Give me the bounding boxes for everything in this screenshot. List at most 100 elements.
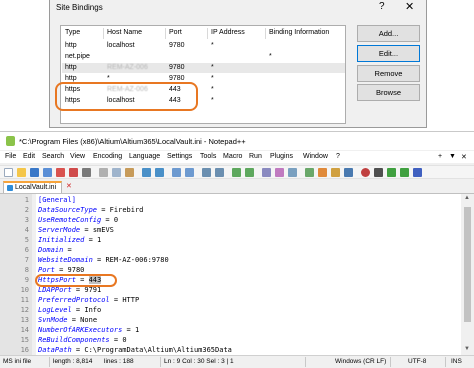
zoom-out-icon[interactable] (215, 168, 224, 177)
column-header-port[interactable]: Port (169, 29, 182, 36)
tab-bar: LocalVault.ini ✕ (0, 180, 474, 193)
menu-search[interactable]: Search (42, 153, 64, 160)
status-bar: MS ini file length : 8,814 lines : 188 L… (0, 355, 474, 368)
code-line[interactable]: LDAPPort = 9791 (38, 286, 101, 294)
title-bar: *C:\Program Files (x86)\Altium\Altium365… (0, 132, 474, 150)
code-line[interactable]: Port = 9780 (38, 266, 84, 274)
new-tab-icon[interactable]: + (438, 153, 442, 160)
menu-plugins[interactable]: Plugins (270, 153, 293, 160)
fold-margin (32, 194, 36, 356)
open-folder-icon[interactable] (17, 168, 26, 177)
column-header-type[interactable]: Type (65, 29, 80, 36)
print-icon[interactable] (82, 168, 91, 177)
save-all-icon[interactable] (43, 168, 52, 177)
save-icon[interactable] (30, 168, 39, 177)
column-header-ip-address[interactable]: IP Address (211, 29, 245, 36)
table-row[interactable]: http REM-AZ-006 9780 * (62, 63, 345, 73)
code-line[interactable]: DataPath = C:\ProgramData\Altium\Altium3… (38, 346, 232, 354)
menu-macro[interactable]: Macro (223, 153, 242, 160)
code-line[interactable]: Initialized = 1 (38, 236, 101, 244)
vertical-scrollbar[interactable]: ▲ ▼ (461, 194, 474, 356)
edit-button[interactable]: Edit... (357, 45, 420, 62)
editor-area[interactable]: 1 2 3 4 5 6 7 8 9 10 11 12 13 14 15 16 [General] DataSou… (0, 193, 474, 356)
column-divider (103, 28, 104, 39)
scroll-down-arrow-icon[interactable]: ▼ (464, 346, 470, 352)
find-icon[interactable] (172, 168, 181, 177)
table-row[interactable]: net.pipe * (62, 52, 345, 62)
menu-file[interactable]: File (5, 153, 16, 160)
folder-as-workspace-icon[interactable] (344, 168, 353, 177)
unsaved-file-icon (7, 185, 13, 191)
code-line[interactable]: LogLevel = Info (38, 306, 101, 314)
word-wrap-icon[interactable] (262, 168, 271, 177)
close-all-icon[interactable] (69, 168, 78, 177)
sync-vertical-icon[interactable] (232, 168, 241, 177)
code-line[interactable]: ReBuildComponents = 0 (38, 336, 127, 344)
table-row[interactable]: http localhost 9780 * (62, 41, 345, 51)
notepad-plus-plus-window: *C:\Program Files (x86)\Altium\Altium365… (0, 131, 474, 368)
menu-language[interactable]: Language (129, 153, 160, 160)
help-button[interactable]: ? (379, 1, 385, 12)
tab-localvault-ini[interactable]: LocalVault.ini (3, 181, 62, 193)
browse-button[interactable]: Browse (357, 84, 420, 101)
sync-horizontal-icon[interactable] (245, 168, 254, 177)
menu-tools[interactable]: Tools (200, 153, 216, 160)
user-language-icon[interactable] (305, 168, 314, 177)
new-file-icon[interactable] (4, 168, 13, 177)
https-bindings-highlight (55, 82, 198, 111)
add-button[interactable]: Add... (357, 25, 420, 42)
menu-run[interactable]: Run (249, 153, 262, 160)
close-file-icon[interactable] (56, 168, 65, 177)
cell-info: * (269, 53, 272, 60)
assignment-operator: = (122, 326, 135, 334)
code-line[interactable]: NumberOfARKExecutors = 1 (38, 326, 139, 334)
config-value: REM-AZ-006:9780 (105, 256, 169, 264)
copy-icon[interactable] (112, 168, 121, 177)
code-line[interactable]: ServerMode = smEVS (38, 226, 114, 234)
code-line[interactable]: PreferredProtocol = HTTP (38, 296, 139, 304)
menu-help[interactable]: ? (336, 153, 340, 160)
code-line[interactable]: WebsiteDomain = REM-AZ-006:9780 (38, 256, 169, 264)
https-port-highlight (35, 274, 117, 287)
tab-close-icon[interactable]: ✕ (66, 182, 72, 190)
menu-encoding[interactable]: Encoding (93, 153, 122, 160)
status-encoding: UTF-8 (408, 358, 427, 365)
record-macro-icon[interactable] (361, 168, 370, 177)
close-document-icon[interactable]: ✕ (461, 153, 467, 161)
code-line[interactable]: DataSourceType = Firebird (38, 206, 143, 214)
column-header-host-name[interactable]: Host Name (107, 29, 142, 36)
code-line[interactable]: Domain = (38, 246, 72, 254)
close-icon[interactable]: ✕ (405, 0, 414, 13)
code-line[interactable]: UseRemoteConfig = 0 (38, 216, 118, 224)
stop-macro-icon[interactable] (374, 168, 383, 177)
menu-view[interactable]: View (70, 153, 85, 160)
scroll-up-arrow-icon[interactable]: ▲ (464, 195, 470, 201)
code-line[interactable]: [General] (38, 196, 76, 204)
assignment-operator: = (63, 246, 72, 254)
menu-edit[interactable]: Edit (23, 153, 35, 160)
run-macro-multiple-icon[interactable] (400, 168, 409, 177)
config-key: ReBuildComponents (38, 336, 110, 344)
menu-window[interactable]: Window (303, 153, 328, 160)
zoom-in-icon[interactable] (202, 168, 211, 177)
code-line[interactable]: SvnMode = None (38, 316, 97, 324)
paste-icon[interactable] (125, 168, 134, 177)
cut-icon[interactable] (99, 168, 108, 177)
scrollbar-thumb[interactable] (464, 207, 471, 322)
save-macro-icon[interactable] (413, 168, 422, 177)
cell-port: 9780 (169, 75, 185, 82)
play-macro-icon[interactable] (387, 168, 396, 177)
function-list-icon[interactable] (331, 168, 340, 177)
line-number: 13 (20, 316, 29, 324)
replace-icon[interactable] (185, 168, 194, 177)
redo-icon[interactable] (155, 168, 164, 177)
indent-guide-icon[interactable] (288, 168, 297, 177)
menu-settings[interactable]: Settings (167, 153, 192, 160)
document-map-icon[interactable] (318, 168, 327, 177)
line-number: 5 (24, 236, 29, 244)
column-header-binding-information[interactable]: Binding Information (269, 29, 329, 36)
list-tabs-icon[interactable]: ▼ (449, 153, 456, 160)
remove-button[interactable]: Remove (357, 65, 420, 82)
show-all-characters-icon[interactable] (275, 168, 284, 177)
undo-icon[interactable] (142, 168, 151, 177)
